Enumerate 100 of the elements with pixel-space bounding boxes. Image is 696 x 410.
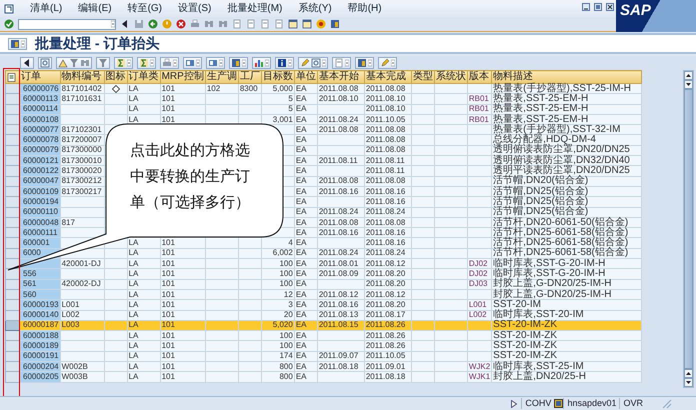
find-icon[interactable] [218,19,228,29]
pencil-icon [300,58,310,68]
dropdown-icon [127,58,131,66]
table-cell: 临时库表,SST-G-20-IM-H [492,258,642,269]
find-icon[interactable] [204,19,214,29]
server-name: hnsapdev01 [563,398,620,409]
page-icon[interactable] [260,19,270,29]
column-header[interactable]: 系统状 [434,70,468,84]
column-header[interactable]: 基本完成 [364,70,412,84]
sort-icon [58,58,68,68]
select-all-button[interactable] [6,70,20,84]
down-arrow-icon [686,381,691,384]
table-cell: 透明俯读表防尘罩,DN32/DN40 [492,156,642,166]
menu-item[interactable]: 系统(Y) [298,0,332,17]
dropdown-icon [368,58,372,66]
table-cell: 热量表(手抄器型),SST-25-IM-H [492,84,642,94]
toolbar-button[interactable] [275,56,294,68]
resize-grip-icon [662,398,672,408]
scroll-bar[interactable] [683,70,694,388]
table-cell: SST-20-IM-ZK [492,351,642,362]
column-header[interactable]: 物料编号 [60,70,104,84]
logo-text: SAP [620,2,651,19]
insert-mode: OVR [619,398,646,409]
table-cell: 透明俯读表防尘罩,DN20/DN25 [492,145,642,156]
menu-item[interactable]: 设置(S) [178,0,212,17]
toolbar-button[interactable] [229,56,248,68]
export-icon [185,58,195,68]
print-icon[interactable] [190,19,200,29]
dropdown-icon [150,58,154,66]
details-icon [40,58,50,68]
command-field[interactable] [18,18,116,30]
column-header[interactable]: 物料描述 [492,70,642,84]
table-cell: 活节帽,DN25(铝合金) [492,186,642,197]
down-arrow-icon [686,83,691,86]
column-header[interactable]: 图标 [104,70,128,84]
column-header[interactable]: 版本 [467,70,492,84]
scroll-up-button[interactable] [684,71,693,80]
info-icon [277,58,287,68]
window-menu-icon[interactable] [4,4,14,14]
chart-icon [254,58,264,68]
menu-item[interactable]: 编辑(E) [78,0,112,17]
scroll-up-button[interactable] [684,369,693,378]
table-cell: 活节帽,DN20(铝合金) [492,176,642,186]
scroll-down-button[interactable] [684,80,693,89]
column-header[interactable]: 单位 [294,70,318,84]
sum-icon [139,58,149,68]
menu-item[interactable]: 转至(G) [128,0,162,17]
screen-title: 批量处理 - 订单抬头 [35,35,160,52]
column-header[interactable]: 工厂 [238,70,262,84]
back-icon[interactable] [148,19,158,29]
session-icon [554,399,564,408]
column-header[interactable]: 订单 [20,70,60,84]
scroll-thumb[interactable] [684,89,693,369]
layout-icon [10,38,20,48]
menu-item[interactable]: 清单(L) [30,0,62,17]
table-cell: 封胶上盖,G-DN20/25-IM-H [492,289,642,300]
page-icon[interactable] [246,19,256,29]
up-arrow-icon [686,372,691,375]
maximize-icon[interactable] [594,3,602,11]
column-header[interactable]: 生产调 [205,70,238,84]
scroll-down-button[interactable] [684,378,693,387]
play-icon[interactable] [511,400,518,408]
page-icon[interactable] [232,19,242,29]
column-header[interactable]: 基本开始 [317,70,364,84]
table-cell: 封胶上盖,DN20/25-H [492,372,642,382]
callout-text: 点击此处的方格选中要转换的生产订单（可选择多行） [130,141,251,213]
help-icon[interactable] [316,19,326,29]
dropdown-icon [173,58,177,66]
column-header[interactable]: 目标数 [261,70,294,84]
save-icon[interactable] [134,19,144,29]
title-menu-button[interactable] [8,38,27,50]
dropdown-icon [288,58,292,66]
dropdown-icon [111,20,115,28]
left-arrow-icon[interactable] [120,19,130,29]
window-icon[interactable] [288,19,298,29]
dropdown-icon [322,58,326,66]
table-cell: 热量表,SST-25-EM-H [492,114,642,125]
page-icon[interactable] [274,19,284,29]
layout-icon[interactable] [330,19,340,29]
toolbar-button[interactable] [378,56,397,68]
details-icon [311,58,321,68]
window-icon[interactable] [302,19,312,29]
exit-icon[interactable] [162,19,172,29]
cancel-icon[interactable] [176,19,186,29]
column-header[interactable]: MRP控制 [160,70,206,84]
dropdown-icon [391,58,395,66]
close-icon[interactable] [606,3,614,11]
column-header[interactable]: 订单类 [127,70,160,84]
toolbar-button[interactable] [355,56,374,68]
table-cell: 热量表(手抄器型),SST-32-IM [492,124,642,135]
enter-icon[interactable] [4,19,14,29]
find-icon [80,58,90,68]
minimize-icon[interactable] [582,3,590,11]
menu-item[interactable]: 批量处理(M) [227,0,282,17]
dropdown-icon [196,58,200,66]
table-cell: 临时库表,SST-20-IM [492,310,642,320]
toolbar-button[interactable] [20,56,34,68]
filter-icon [98,58,108,68]
column-header[interactable]: 类型 [411,70,434,84]
menu-item[interactable]: 帮助(H) [348,0,382,17]
